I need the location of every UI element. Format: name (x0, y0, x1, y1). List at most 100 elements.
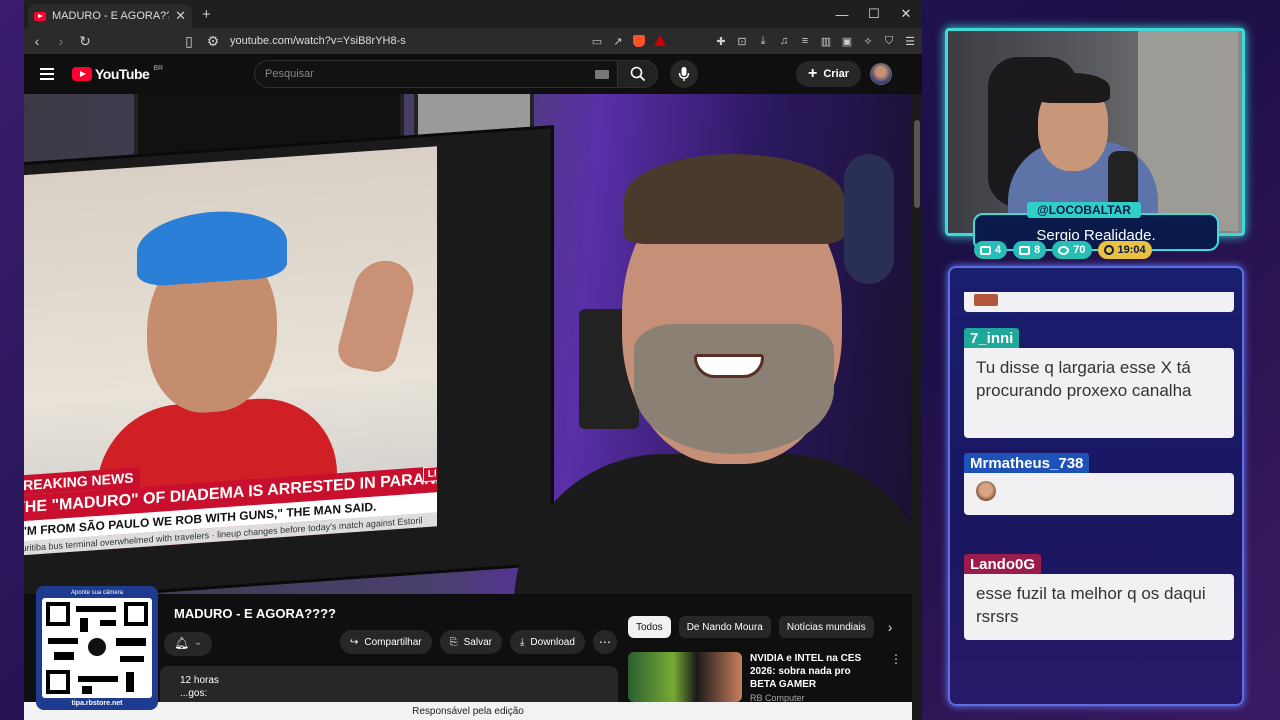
twitch-icon (980, 245, 991, 255)
guide-menu-icon[interactable] (40, 68, 54, 80)
chip-world-news[interactable]: Notícias mundiais (778, 616, 874, 638)
chat-message: esse fuzil ta melhor q os daqui rsrsrs (964, 574, 1234, 640)
description-text: ...gos: (180, 688, 208, 699)
screenshot-icon[interactable]: ⊡ (736, 35, 748, 48)
kick-count: 70 (1073, 244, 1086, 256)
chat-username: Mrmatheus_738 (964, 453, 1090, 473)
chat-panel: 7_inni Tu disse q largaria esse X tá pro… (948, 266, 1244, 706)
qr-module (126, 672, 134, 692)
more-actions-button[interactable]: ⋯ (592, 630, 617, 654)
live-badge: LIVE (422, 465, 437, 483)
media-icon[interactable]: ♫ (778, 35, 790, 48)
streamer-hair (1036, 73, 1110, 103)
browser-tab[interactable]: MADURO - E AGORA???? - YouTube ✕ (28, 4, 192, 28)
voice-search-button[interactable] (670, 60, 698, 88)
timer-value: 19:04 (1117, 244, 1146, 256)
create-label: Criar (823, 68, 850, 80)
extensions-icon[interactable]: ✚ (715, 35, 727, 48)
menu-icon[interactable]: ☰ (904, 35, 916, 48)
guitar (844, 154, 894, 284)
related-chips: Todos De Nando Moura Notícias mundiais › (628, 616, 892, 638)
youtube-viewers: 8 (1013, 241, 1047, 259)
share-page-icon[interactable]: ↗ (612, 35, 624, 48)
qr-module (76, 606, 116, 612)
save-button[interactable]: ⎘ Salvar (439, 630, 502, 654)
youtube-header: YouTube BR Pesquisar + Criar (24, 54, 922, 94)
downloads-icon[interactable]: ⤓ (757, 35, 769, 48)
emote-icon (974, 294, 998, 306)
bookmark-icon[interactable]: ▯ (182, 33, 196, 50)
cast-icon[interactable]: ▭ (591, 35, 603, 48)
vpn-icon[interactable]: ⛉ (883, 35, 895, 48)
keyboard-icon[interactable] (595, 70, 609, 79)
url-field[interactable]: youtube.com/watch?v=YsiB8rYH8-s (230, 35, 581, 47)
share-label: Compartilhar (364, 636, 422, 648)
sidebar-icon[interactable]: ▥ (820, 35, 832, 48)
tab-close-icon[interactable]: ✕ (175, 8, 186, 24)
share-button[interactable]: ↪ Compartilhar (340, 630, 432, 654)
create-button[interactable]: + Criar (796, 61, 862, 87)
youtube-play-icon (72, 67, 92, 81)
reader-icon[interactable]: ≡ (799, 35, 811, 48)
qr-module (100, 620, 116, 626)
qr-module (82, 686, 92, 694)
recommended-title[interactable]: NVIDIA e INTEL na CES 2026: sobra nada p… (750, 652, 878, 691)
host-beard (634, 324, 834, 454)
search-button[interactable] (618, 60, 658, 88)
stream-timer: 19:04 (1097, 241, 1152, 259)
news-screen: BREAKING NEWS THE "MADURO" OF DIADEMA IS… (24, 146, 437, 556)
video-player[interactable]: BREAKING NEWS THE "MADURO" OF DIADEMA IS… (24, 94, 912, 594)
close-window-icon[interactable]: ✕ (890, 0, 922, 28)
brave-shields-icon[interactable] (633, 34, 645, 47)
site-settings-icon[interactable]: ⚙ (206, 33, 220, 50)
qr-module (120, 656, 144, 662)
chevron-down-icon: ⌄ (194, 637, 203, 648)
qr-module (80, 618, 88, 632)
streamer-handle: @LOCOBALTAR (1027, 202, 1141, 218)
chevron-right-icon[interactable]: › (888, 619, 893, 635)
qr-module (116, 638, 146, 646)
chip-all[interactable]: Todos (628, 616, 671, 638)
qr-module (78, 676, 118, 682)
minimize-icon[interactable]: — (826, 0, 858, 28)
maximize-icon[interactable]: ☐ (858, 0, 890, 28)
more-icon: ⋯ (598, 635, 611, 649)
page-scrollbar[interactable] (912, 94, 922, 720)
qr-finder (46, 670, 70, 694)
qr-code (42, 598, 152, 698)
leo-icon[interactable]: ✧ (862, 35, 874, 48)
chip-channel[interactable]: De Nando Moura (678, 616, 771, 638)
account-avatar[interactable] (870, 63, 892, 85)
kick-icon (1058, 245, 1070, 255)
notification-bell-button[interactable]: 🔔︎ ⌄ (164, 632, 212, 656)
search-input[interactable]: Pesquisar (254, 60, 618, 88)
wallet-icon[interactable]: ▣ (841, 35, 853, 48)
download-button[interactable]: ⤓ Download (510, 630, 585, 654)
reload-icon[interactable]: ↻ (78, 33, 92, 50)
viewer-stats: 4 8 70 19:04 (974, 241, 1152, 259)
chat-message: Tu disse q largaria esse X tá procurando… (964, 348, 1234, 438)
clock-icon (1103, 245, 1114, 255)
youtube-icon (1019, 245, 1031, 255)
youtube-wordmark: YouTube (95, 66, 150, 82)
youtube-logo[interactable]: YouTube BR (72, 64, 164, 82)
window-controls: — ☐ ✕ (826, 0, 922, 28)
country-code: BR (153, 64, 164, 72)
news-chyron: BREAKING NEWS THE "MADURO" OF DIADEMA IS… (24, 444, 437, 556)
new-tab-icon[interactable]: + (202, 6, 211, 23)
recommended-video[interactable]: NVIDIA e INTEL na CES 2026: sobra nada p… (628, 652, 902, 703)
search-icon (630, 66, 645, 82)
video-thumbnail[interactable] (628, 652, 742, 702)
qr-bottom-text: tipa.rbstore.net (71, 700, 123, 707)
back-icon[interactable]: ‹ (30, 33, 44, 49)
description-meta: 12 horas (180, 675, 219, 686)
kebab-menu-icon[interactable]: ⋮ (890, 652, 902, 703)
brave-rewards-icon[interactable] (654, 34, 666, 46)
browser-window: MADURO - E AGORA???? - YouTube ✕ + — ☐ ✕… (24, 0, 922, 720)
toolbar-extensions: ▭ ↗ ✚ ⊡ ⤓ ♫ ≡ ▥ ▣ ✧ ⛉ ☰ (591, 34, 916, 48)
forward-icon[interactable]: › (54, 33, 68, 49)
download-icon: ⤓ (520, 636, 525, 648)
tab-title: MADURO - E AGORA???? - YouTube (52, 10, 169, 22)
emote-icon (976, 481, 996, 501)
chat-message-partial (964, 292, 1234, 312)
